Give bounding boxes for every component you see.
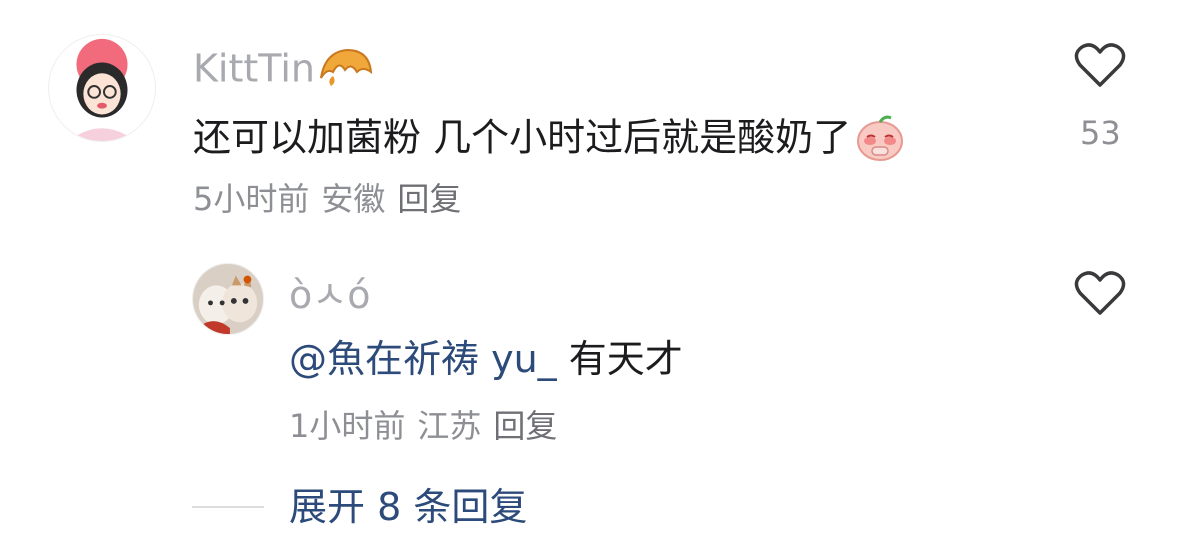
- heart-icon: [1074, 271, 1126, 315]
- reply-meta: 1小时前 江苏 回复: [289, 410, 569, 442]
- reply-button[interactable]: 回复: [493, 407, 557, 445]
- expand-replies-button[interactable]: 展开 8 条回复: [289, 488, 527, 526]
- heart-icon: [1074, 43, 1126, 87]
- username-text[interactable]: KittTin: [193, 47, 315, 91]
- reply-username[interactable]: òㅅó: [289, 276, 370, 314]
- like-button[interactable]: [1070, 42, 1130, 88]
- comment-text: 还可以加菌粉 几个小时过后就是酸奶了: [193, 113, 905, 167]
- reply-button[interactable]: 回复: [397, 180, 461, 218]
- comment-time: 5小时前: [193, 180, 310, 218]
- like-count: 53: [1080, 114, 1121, 152]
- avatar[interactable]: [192, 263, 264, 335]
- reply-text-content: 有天才: [556, 337, 683, 381]
- avatar[interactable]: [48, 34, 156, 142]
- reply-location: 江苏: [417, 407, 482, 445]
- comment-meta: 5小时前 安徽 回复: [193, 183, 473, 215]
- reply-text: @魚在祈祷 yu_ 有天才: [289, 340, 683, 378]
- avatar-cats-icon: [193, 264, 263, 334]
- croissant-icon: [317, 46, 375, 96]
- avatar-girl-icon: [49, 35, 155, 141]
- reply-time: 1小时前: [289, 407, 406, 445]
- username[interactable]: KittTin: [193, 46, 375, 96]
- pleading-face-icon: [855, 113, 905, 167]
- comment-location: 安徽: [321, 180, 386, 218]
- mention-link[interactable]: @魚在祈祷 yu_: [289, 337, 557, 381]
- divider-line: [192, 506, 264, 508]
- comment-text-content: 还可以加菌粉 几个小时过后就是酸奶了: [193, 115, 852, 160]
- like-button[interactable]: [1070, 270, 1130, 316]
